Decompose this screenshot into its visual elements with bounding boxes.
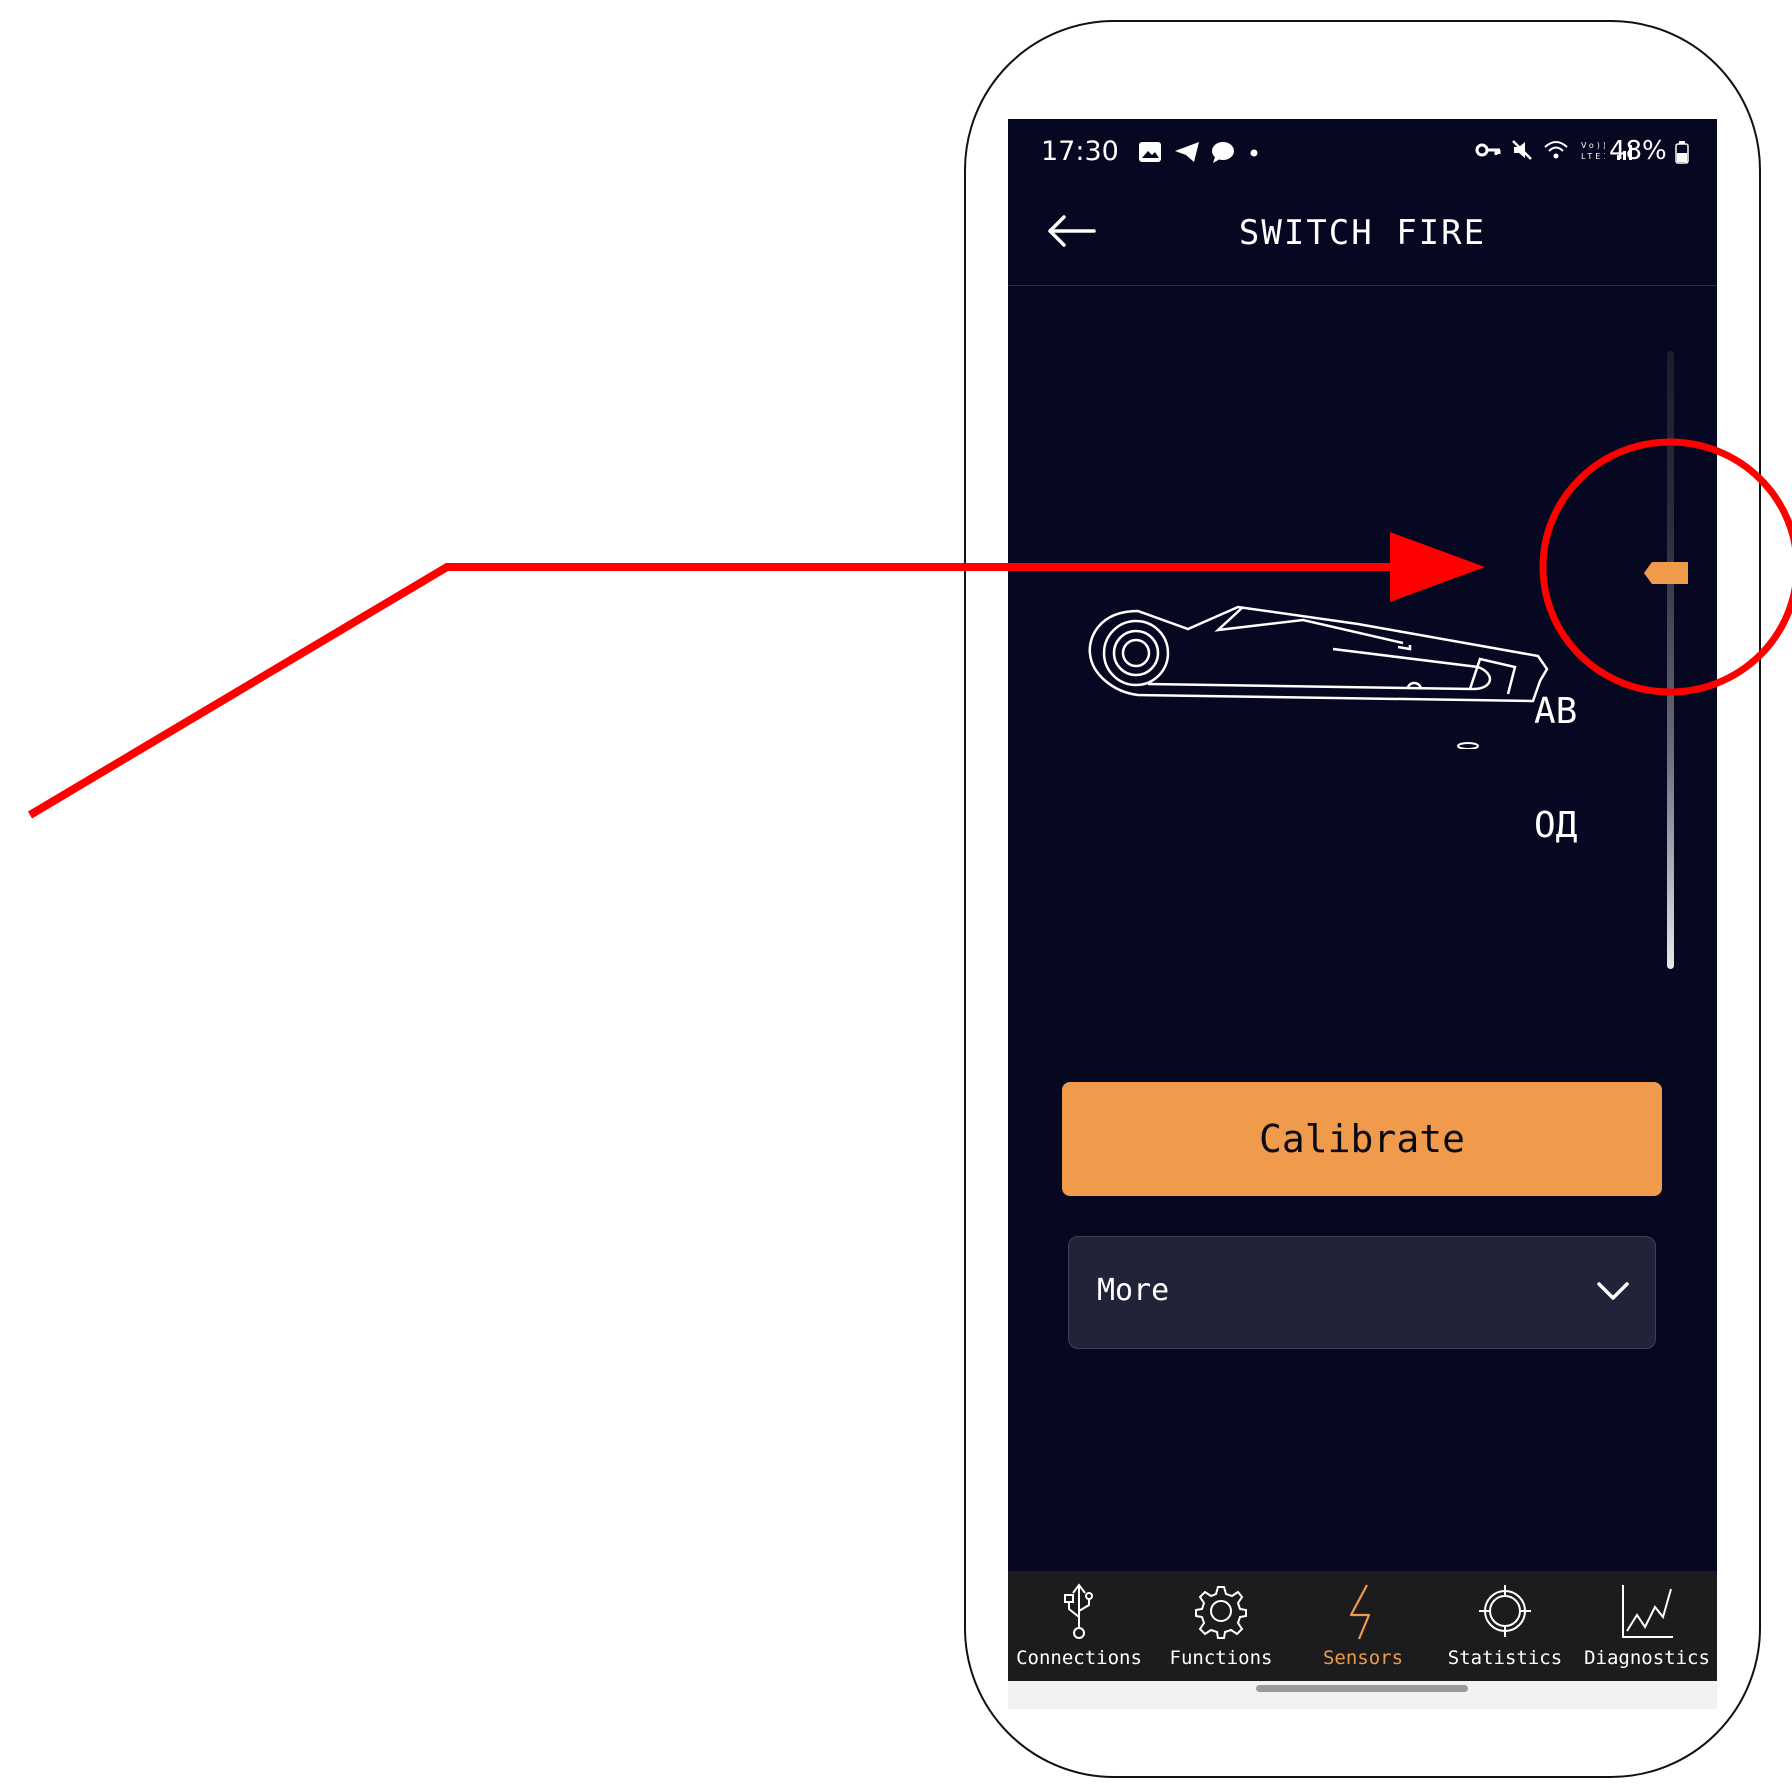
annotation-arrow-head <box>1390 532 1485 602</box>
annotation-arrow-line <box>27 563 1400 819</box>
annotation-overlay <box>27 438 1792 819</box>
annotation-circle <box>1539 438 1792 696</box>
